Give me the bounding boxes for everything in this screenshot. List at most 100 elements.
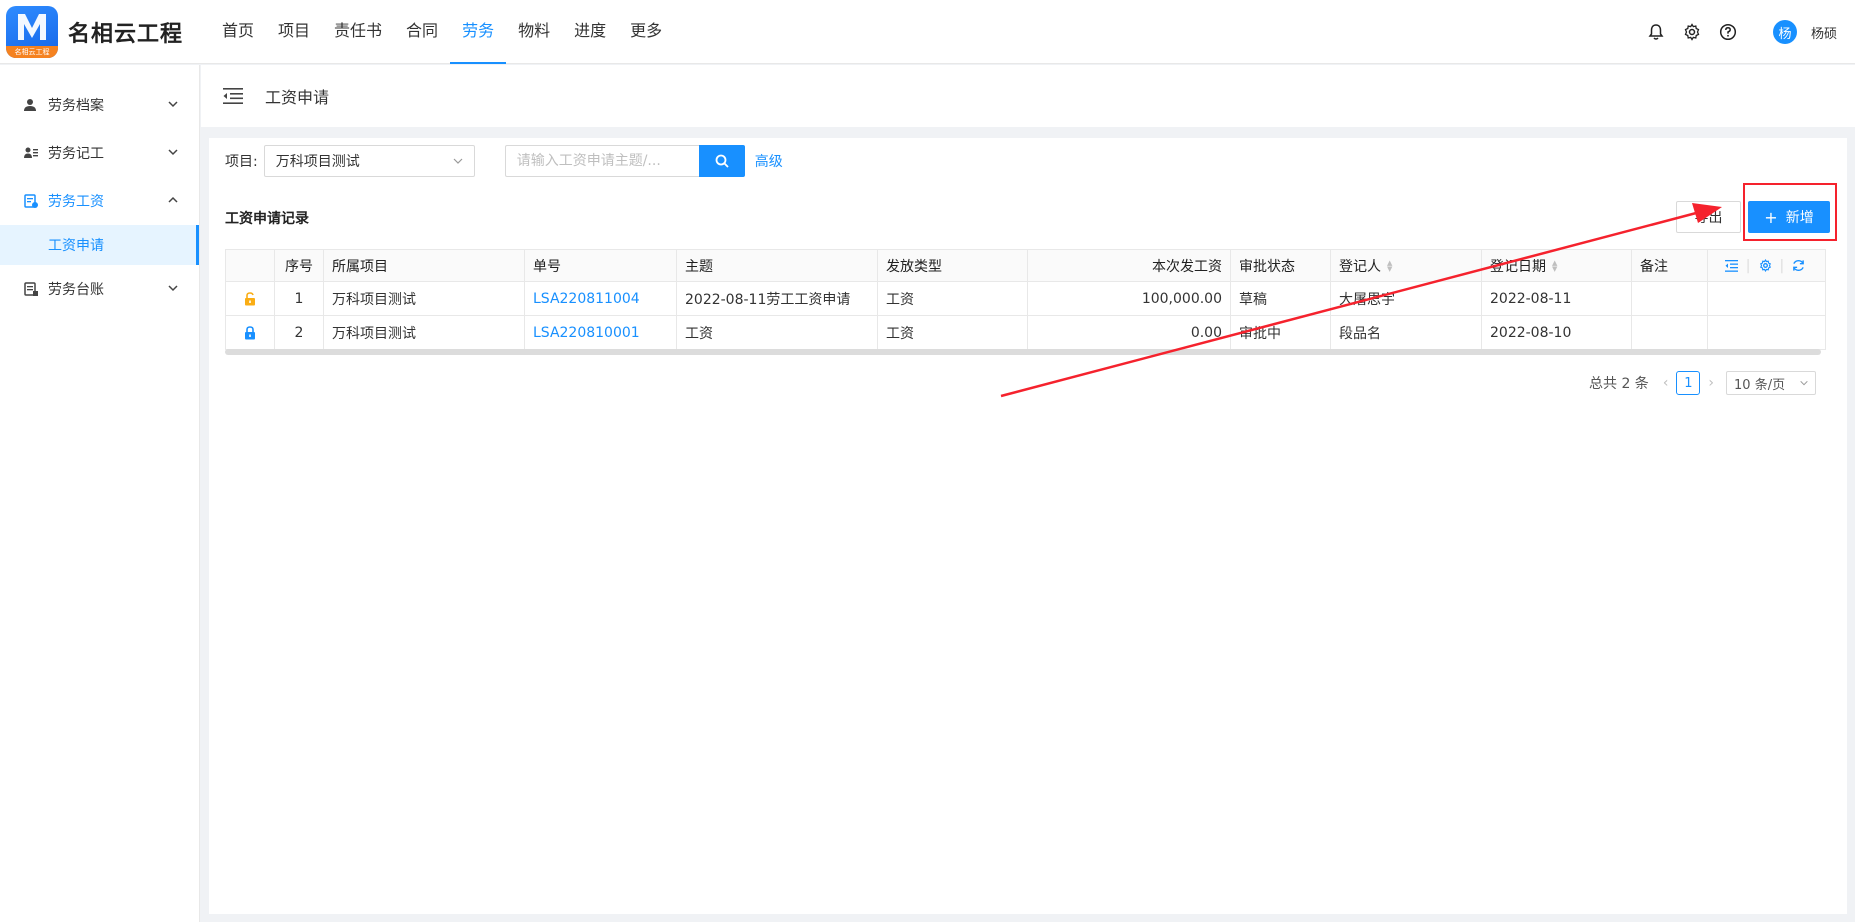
search-icon [715,154,729,168]
row-status: 草稿 [1231,282,1331,315]
sort-icon[interactable]: ▲ ▼ [1552,259,1557,272]
row-status: 审批中 [1231,316,1331,349]
nav-more[interactable]: 更多 [618,0,674,64]
row-registrar: 段品名 [1331,316,1482,349]
row-type: 工资 [878,316,1028,349]
header-project: 所属项目 [324,250,525,281]
sidebar-item-label: 劳务记工 [48,146,104,162]
search-input[interactable] [504,145,699,177]
username[interactable]: 杨硕 [1811,23,1837,42]
row-amount: 100,000.00 [1028,282,1231,315]
chevron-down-icon [168,285,178,292]
row-note [1632,282,1708,315]
search-group [504,145,745,177]
filter-bar: 项目: 万科项目测试 高级 [225,145,783,177]
next-page-icon[interactable]: › [1708,375,1714,391]
sidebar-item-labor-ledger[interactable]: 劳务台账 [0,265,199,313]
header-registrar-label: 登记人 [1339,258,1381,275]
wage-table: 序号 所属项目 单号 主题 发放类型 本次发工资 审批状态 登记人 ▲ ▼ 登记日… [225,249,1826,350]
code-link[interactable]: LSA220811004 [533,291,640,307]
gear-icon[interactable] [1759,259,1772,272]
avatar[interactable]: 杨 [1772,20,1797,44]
table-row[interactable]: 1 万科项目测试 LSA220811004 2022-08-11劳工工资申请 工… [226,282,1825,316]
lock-icon[interactable] [226,316,275,349]
app-logo[interactable]: 名相云工程 名相云工程 [6,5,206,58]
row-type: 工资 [878,282,1028,315]
chevron-down-icon [168,101,178,108]
row-project: 万科项目测试 [324,316,525,349]
row-no: 1 [275,282,324,315]
divider: | [1745,257,1751,274]
row-registrar: 大屠思宇 [1331,282,1482,315]
row-project: 万科项目测试 [324,282,525,315]
ledger-icon [24,281,40,297]
bell-icon[interactable] [1645,21,1667,43]
nav-project[interactable]: 项目 [266,0,322,64]
unlock-icon[interactable] [226,282,275,315]
search-button[interactable] [698,145,745,177]
nav-material[interactable]: 物料 [506,0,562,64]
page-size-value: 10 条/页 [1734,377,1786,393]
header-no: 序号 [275,250,324,281]
project-select-value: 万科项目测试 [275,154,360,170]
sort-icon[interactable]: ▲ ▼ [1387,259,1392,272]
header-date-label: 登记日期 [1490,258,1546,275]
horizontal-scrollbar[interactable] [225,349,1821,355]
nav-responsibility[interactable]: 责任书 [322,0,394,64]
page-number[interactable]: 1 [1676,371,1701,395]
header-registrar[interactable]: 登记人 ▲ ▼ [1331,250,1482,281]
chevron-down-icon [1800,380,1808,386]
total-count: 总共 2 条 [1589,376,1649,392]
help-icon[interactable] [1717,21,1739,43]
section-title: 工资申请记录 [225,211,309,227]
nav-contract[interactable]: 合同 [394,0,450,64]
sidebar-item-labor-wage[interactable]: 劳务工资 [0,177,199,225]
chevron-down-icon [168,149,178,156]
menu-fold-icon[interactable] [223,88,243,104]
row-subject: 2022-08-11劳工工资申请 [677,282,878,315]
app-name: 名相云工程 [68,21,184,47]
header-note: 备注 [1632,250,1708,281]
refresh-icon[interactable] [1792,259,1805,272]
content-card: 项目: 万科项目测试 高级 工资申请记录 导出 + 新增 序号 所属项目 单号 … [209,138,1847,914]
nav-labor[interactable]: 劳务 [450,0,507,64]
chevron-down-icon [453,158,463,164]
header-code: 单号 [525,250,677,281]
top-right-tools: 杨 杨硕 [1645,0,1837,64]
table-header: 序号 所属项目 单号 主题 发放类型 本次发工资 审批状态 登记人 ▲ ▼ 登记日… [226,250,1825,282]
page-header: 工资申请 [201,65,1855,127]
gear-icon[interactable] [1681,21,1703,43]
advanced-search-link[interactable]: 高级 [755,151,783,171]
chevron-up-icon [168,196,178,203]
row-code-link[interactable]: LSA220811004 [525,282,677,315]
sidebar-item-label: 劳务工资 [48,194,104,210]
header-date[interactable]: 登记日期 ▲ ▼ [1482,250,1632,281]
header-type: 发放类型 [878,250,1028,281]
nav-home[interactable]: 首页 [210,0,266,64]
page-title: 工资申请 [265,88,330,107]
code-link[interactable]: LSA220810001 [533,325,640,341]
sidebar-subitem-wage-application[interactable]: 工资申请 [0,225,199,265]
nav-progress[interactable]: 进度 [562,0,618,64]
user-list-icon [24,145,40,161]
row-tools-empty [1708,316,1822,349]
export-button[interactable]: 导出 [1676,201,1741,233]
sidebar-item-labor-archive[interactable]: 劳务档案 [0,81,199,129]
project-label: 项目: [225,154,258,170]
sidebar-item-labor-attendance[interactable]: 劳务记工 [0,129,199,177]
column-settings-icon[interactable] [1724,259,1738,272]
page-size-select[interactable]: 10 条/页 [1726,371,1817,395]
sidebar-item-label: 劳务台账 [48,282,104,298]
header-subject: 主题 [677,250,878,281]
table-row[interactable]: 2 万科项目测试 LSA220810001 工资 工资 0.00 审批中 段品名… [226,316,1825,350]
prev-page-icon[interactable]: ‹ [1663,375,1669,391]
row-tools-empty [1708,282,1822,315]
row-amount: 0.00 [1028,316,1231,349]
pagination: 总共 2 条 ‹ 1 › 10 条/页 [1589,371,1817,395]
sidebar: 劳务档案 劳务记工 劳务工资 工资申请 劳务台账 [0,65,200,922]
row-code-link[interactable]: LSA220810001 [525,316,677,349]
row-date: 2022-08-10 [1482,316,1632,349]
project-select[interactable]: 万科项目测试 [263,145,475,177]
table-tools: | | [1708,250,1822,281]
logo-icon: 名相云工程 [6,5,58,58]
